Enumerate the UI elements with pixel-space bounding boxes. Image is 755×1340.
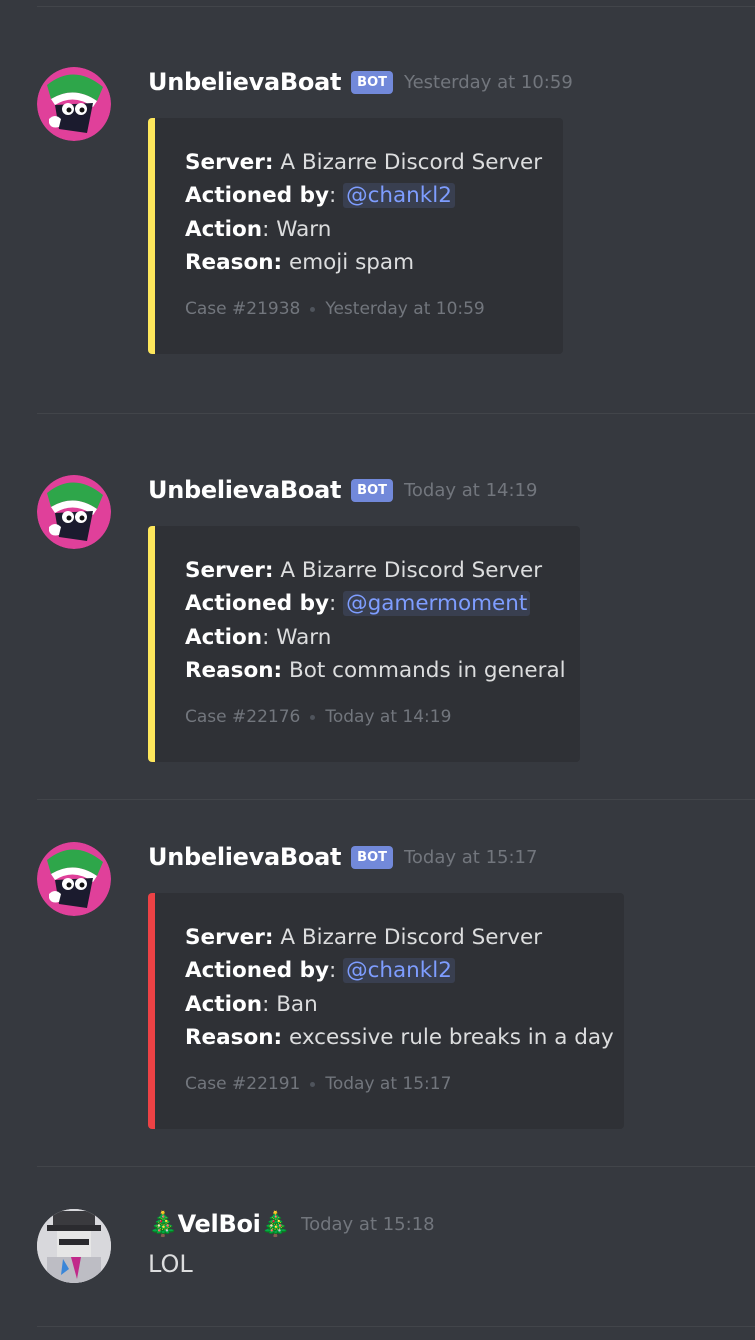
case-number: Case #22191 — [185, 1074, 301, 1094]
user-mention[interactable]: @chankl2 — [343, 958, 455, 984]
bot-avatar[interactable] — [37, 842, 111, 916]
field-value: Ban — [276, 991, 318, 1017]
field-value: excessive rule breaks in a day — [288, 1024, 614, 1050]
bot-avatar-icon — [37, 475, 111, 549]
field-value: Warn — [276, 216, 332, 242]
bot-avatar[interactable] — [37, 67, 111, 141]
message-header: 🎄VelBoi🎄 Today at 15:18 — [148, 1210, 435, 1238]
field-label: Server: — [185, 925, 274, 950]
field-value: A Bizarre Discord Server — [280, 925, 543, 950]
bot-avatar[interactable] — [37, 475, 111, 549]
footer-timestamp: Today at 15:17 — [325, 1074, 452, 1094]
separator-dot — [310, 306, 316, 312]
timestamp[interactable]: Today at 15:18 — [301, 1214, 434, 1235]
field-label: Reason: — [185, 1024, 283, 1050]
field-label: Server: — [185, 558, 274, 583]
bot-badge: BOT — [351, 845, 393, 869]
message-divider — [37, 799, 755, 800]
footer-timestamp: Yesterday at 10:59 — [325, 299, 485, 319]
field-label: Reason: — [185, 249, 283, 275]
user-avatar[interactable] — [37, 1209, 111, 1283]
case-number: Case #21938 — [185, 299, 301, 319]
field-label: Reason: — [185, 657, 283, 683]
field-value: emoji spam — [288, 249, 415, 275]
embed-fields: Server: A Bizarre Discord Server Actione… — [185, 558, 566, 683]
bot-avatar-icon — [37, 842, 111, 916]
timestamp[interactable]: Today at 14:19 — [404, 480, 537, 501]
bot-badge: BOT — [351, 70, 393, 94]
message-divider — [37, 413, 755, 414]
user-mention[interactable]: @gamermoment — [343, 591, 531, 617]
field-value: A Bizarre Discord Server — [280, 150, 543, 175]
field-label: Server: — [185, 150, 274, 175]
username[interactable]: UnbelievaBoat — [148, 476, 341, 504]
user-avatar-icon — [37, 1209, 111, 1283]
username[interactable]: UnbelievaBoat — [148, 68, 341, 96]
moderation-embed: Server: A Bizarre Discord Server Actione… — [148, 893, 624, 1129]
bot-avatar-icon — [37, 67, 111, 141]
field-label: Action — [185, 991, 263, 1017]
field-value: A Bizarre Discord Server — [280, 558, 543, 583]
footer-timestamp: Today at 14:19 — [325, 707, 452, 727]
message-divider — [37, 1166, 755, 1167]
field-value: Warn — [276, 624, 332, 650]
timestamp[interactable]: Today at 15:17 — [404, 847, 537, 868]
embed-fields: Server: A Bizarre Discord Server Actione… — [185, 925, 614, 1050]
moderation-embed: Server: A Bizarre Discord Server Actione… — [148, 118, 563, 354]
message-header: UnbelievaBoat BOT Yesterday at 10:59 — [148, 68, 573, 96]
message-header: UnbelievaBoat BOT Today at 15:17 — [148, 843, 537, 871]
embed-footer: Case #21938 Yesterday at 10:59 — [185, 299, 485, 319]
separator-dot — [310, 1081, 316, 1087]
timestamp[interactable]: Yesterday at 10:59 — [404, 72, 573, 93]
field-value: Bot commands in general — [288, 657, 566, 683]
message-content: LOL — [148, 1250, 193, 1278]
embed-footer: Case #22191 Today at 15:17 — [185, 1074, 451, 1094]
message-divider — [37, 1326, 755, 1327]
separator-dot — [310, 714, 316, 720]
username[interactable]: 🎄VelBoi🎄 — [148, 1210, 290, 1238]
field-label: Action — [185, 624, 263, 650]
embed-footer: Case #22176 Today at 14:19 — [185, 707, 451, 727]
case-number: Case #22176 — [185, 707, 301, 727]
field-label: Actioned by — [185, 183, 329, 209]
field-label: Actioned by — [185, 591, 329, 617]
username[interactable]: UnbelievaBoat — [148, 843, 341, 871]
message-divider — [37, 6, 755, 7]
moderation-embed: Server: A Bizarre Discord Server Actione… — [148, 526, 580, 762]
user-mention[interactable]: @chankl2 — [343, 183, 455, 209]
message-header: UnbelievaBoat BOT Today at 14:19 — [148, 476, 537, 504]
bot-badge: BOT — [351, 478, 393, 502]
field-label: Actioned by — [185, 958, 329, 984]
embed-fields: Server: A Bizarre Discord Server Actione… — [185, 150, 543, 275]
field-label: Action — [185, 216, 263, 242]
